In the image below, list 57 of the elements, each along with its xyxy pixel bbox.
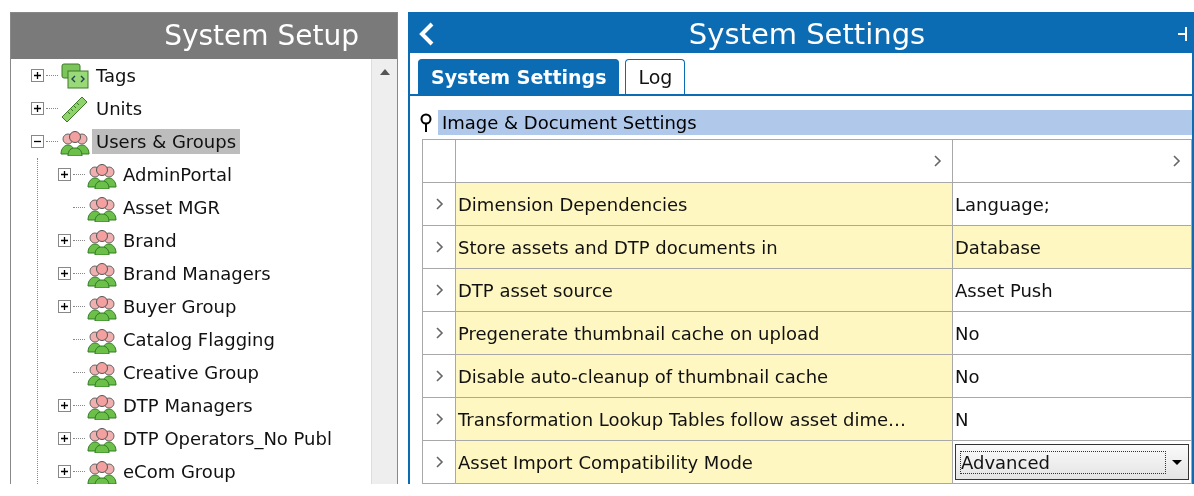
tree-item[interactable]: Creative Group <box>119 360 263 385</box>
expand-icon[interactable] <box>58 300 71 313</box>
value-dropdown[interactable]: Advanced <box>955 444 1189 480</box>
tree-item[interactable]: Catalog Flagging <box>119 327 279 352</box>
row-expand-icon <box>434 454 444 469</box>
tree-item[interactable]: Units <box>92 96 147 121</box>
setting-name: Pregenerate thumbnail cache on upload <box>455 311 953 355</box>
expand-icon[interactable] <box>58 399 71 412</box>
tree-item[interactable]: Tags <box>92 63 140 88</box>
pin-icon[interactable] <box>420 112 432 133</box>
tree-item[interactable]: Users & Groups <box>92 129 241 154</box>
setting-value: No <box>952 311 1192 355</box>
tree-item[interactable]: Brand Managers <box>119 261 275 286</box>
setting-name: Store assets and DTP documents in <box>455 225 953 269</box>
tab[interactable]: System Settings <box>418 59 620 94</box>
folder-icon <box>60 61 90 90</box>
scroll-up-icon[interactable] <box>379 69 390 75</box>
setting-value: Database <box>952 225 1192 269</box>
tree-item[interactable]: eCom Group <box>119 459 240 484</box>
expand-icon[interactable] <box>31 69 44 82</box>
row-expand-icon <box>434 411 444 426</box>
tree-item[interactable]: Buyer Group <box>119 294 241 319</box>
expand-icon[interactable] <box>58 234 71 247</box>
row-expand-icon <box>434 239 444 254</box>
expand-icon[interactable] <box>58 168 71 181</box>
setting-value: No <box>952 354 1192 398</box>
tab[interactable]: Log <box>625 59 686 94</box>
row-expand-icon <box>434 325 444 340</box>
tree-item[interactable]: Brand <box>119 228 181 253</box>
collapse-icon[interactable] <box>31 135 44 148</box>
setting-name: DTP asset source <box>455 268 953 312</box>
panel-title: System Setup <box>11 13 397 59</box>
column-menu-icon <box>933 153 942 168</box>
scrollbar[interactable] <box>371 59 397 484</box>
expand-icon[interactable] <box>58 432 71 445</box>
setting-value: N <box>952 397 1192 441</box>
tree-item[interactable]: DTP Operators_No Publ <box>119 426 336 451</box>
tree-item[interactable]: Asset MGR <box>119 195 224 220</box>
ruler-icon <box>60 94 90 123</box>
setting-name: Disable auto-cleanup of thumbnail cache <box>455 354 953 398</box>
setting-value: Language; <box>952 182 1192 226</box>
expand-icon[interactable] <box>58 465 71 478</box>
setting-name: Transformation Lookup Tables follow asset dime… <box>455 397 953 441</box>
setting-name: Dimension Dependencies <box>455 182 953 226</box>
row-expand-icon <box>434 368 444 383</box>
tree-item[interactable]: AdminPortal <box>119 162 237 187</box>
tree-item[interactable]: DTP Managers <box>119 393 257 418</box>
back-icon[interactable] <box>418 20 436 47</box>
row-expand-icon <box>434 282 444 297</box>
setting-value: Asset Push <box>952 268 1192 312</box>
setting-name: Asset Import Compatibility Mode <box>455 440 953 484</box>
expand-icon[interactable] <box>31 102 44 115</box>
row-expand-icon <box>434 196 444 211</box>
expand-icon[interactable] <box>58 267 71 280</box>
group-header[interactable]: Image & Document Settings <box>438 110 1192 135</box>
column-menu-icon <box>1172 153 1181 168</box>
panel-title: System Settings <box>687 16 927 51</box>
